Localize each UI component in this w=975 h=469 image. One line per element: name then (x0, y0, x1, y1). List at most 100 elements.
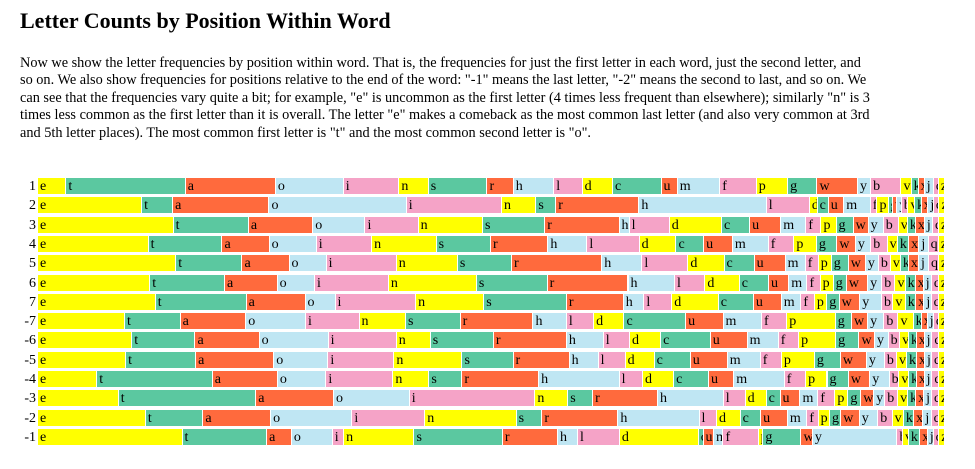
letter-segment-f: f (807, 274, 820, 291)
position-label: 6 (29, 275, 36, 291)
letter-segment-s: s (436, 235, 490, 252)
letter-segment-w: w (839, 293, 860, 310)
letter-segment-v: v (899, 371, 909, 387)
letter-segment-d: d (809, 197, 817, 214)
letter-segment-h: h (623, 293, 644, 310)
position-row: 6etaoinsrhldcumfpgwybvkxjqz (0, 274, 975, 291)
letter-segment-l: l (603, 332, 630, 349)
position-label: -4 (24, 372, 36, 387)
letter-segment-k: k (905, 293, 916, 310)
letter-segment-x: x (908, 255, 918, 272)
letter-segment-j: j (924, 351, 931, 368)
letter-segment-b: b (878, 255, 890, 272)
letter-segment-t: t (176, 255, 242, 272)
letter-segment-c: c (624, 313, 686, 330)
letter-segment-b: b (871, 178, 901, 194)
letter-segment-x: x (915, 216, 924, 233)
letter-segment-t: t (126, 351, 196, 368)
position-label: -2 (24, 410, 36, 426)
letter-segment-f: f (870, 197, 877, 214)
letter-segment-y: y (875, 332, 888, 349)
letter-segment-f: f (760, 351, 781, 368)
letter-segment-r: r (490, 235, 548, 252)
letter-segment-z: z (938, 274, 944, 291)
letter-segment-i: i (315, 274, 388, 291)
letter-segment-d: d (625, 351, 654, 368)
letter-segment-i: i (406, 197, 501, 214)
letter-segment-w: w (817, 178, 857, 194)
letter-segment-l: l (578, 428, 619, 445)
letter-segment-v: v (893, 293, 905, 310)
letter-segment-w: w (861, 390, 874, 407)
letter-segment-r: r (513, 351, 569, 368)
letter-segment-v: v (903, 428, 908, 445)
letter-segment-v: v (901, 178, 911, 194)
letter-segment-n: n (359, 313, 406, 330)
letter-segment-h: h (569, 351, 598, 368)
letter-segment-x: x (921, 197, 928, 214)
letter-segment-j: j (918, 255, 928, 272)
letter-segment-i: i (326, 371, 393, 387)
letter-segment-g: g (816, 235, 837, 252)
letter-segment-m: m (747, 332, 778, 349)
letter-segment-m: m (787, 409, 807, 426)
position-label: -7 (24, 314, 36, 330)
letter-segment-o: o (246, 313, 305, 330)
letter-segment-l: l (675, 274, 705, 291)
letter-segment-n: n (344, 428, 414, 445)
letter-segment-s: s (516, 409, 542, 426)
letter-segment-m: m (734, 371, 784, 387)
letter-segment-l: l (554, 178, 582, 194)
letter-segment-z: z (938, 351, 944, 368)
letter-segment-z: z (938, 313, 944, 330)
letter-segment-u: u (769, 274, 789, 291)
letter-segment-i: i (332, 428, 344, 445)
letter-segment-t: t (150, 274, 225, 291)
letter-segment-t: t (97, 371, 212, 387)
letter-segment-x: x (920, 428, 927, 445)
letter-segment-g: g (848, 390, 861, 407)
letter-segment-j: j (924, 390, 932, 407)
letter-segment-j: j (924, 293, 931, 310)
letter-segment-f: f (723, 428, 758, 445)
letter-segment-g: g (836, 216, 853, 233)
letter-segment-r: r (556, 197, 639, 214)
letter-segment-m: m (789, 274, 807, 291)
letter-segment-q: q (932, 390, 938, 407)
letter-segment-k: k (900, 255, 908, 272)
letter-segment-g: g (788, 178, 817, 194)
letter-segment-t: t (124, 313, 180, 330)
letter-segment-f: f (805, 255, 818, 272)
letter-segment-p: p (835, 390, 848, 407)
position-label: -6 (24, 333, 36, 349)
letter-segment-q: q (931, 293, 938, 310)
letter-segment-g: g (833, 274, 846, 291)
letter-segment-i: i (352, 409, 425, 426)
letter-segment-x: x (918, 178, 924, 194)
letter-segment-b: b (885, 390, 898, 407)
letter-segment-c: c (740, 409, 761, 426)
letter-segment-a: a (180, 313, 246, 330)
letter-segment-t: t (142, 197, 173, 214)
letter-segment-e: e (38, 274, 150, 291)
letter-segment-l: l (566, 313, 594, 330)
letter-segment-q: q (932, 371, 939, 387)
letter-segment-g: g (835, 313, 851, 330)
letter-segment-e: e (38, 197, 142, 214)
letter-segment-e: e (38, 178, 66, 194)
letter-segment-o: o (291, 428, 332, 445)
letter-segment-f: f (818, 390, 835, 407)
letter-segment-q: q (933, 178, 938, 194)
letter-segment-b: b (889, 371, 899, 387)
letter-segment-k: k (897, 235, 909, 252)
letter-segment-z: z (938, 255, 944, 272)
letter-segment-u: u (710, 332, 747, 349)
letter-segment-d: d (639, 235, 676, 252)
letter-segment-x: x (916, 293, 924, 310)
letter-segment-g: g (831, 255, 848, 272)
letter-segment-v: v (900, 332, 909, 349)
position-label: 3 (29, 217, 36, 233)
letter-segment-t: t (118, 390, 256, 407)
letter-segment-c: c (817, 197, 828, 214)
letter-segment-z: z (938, 178, 944, 194)
